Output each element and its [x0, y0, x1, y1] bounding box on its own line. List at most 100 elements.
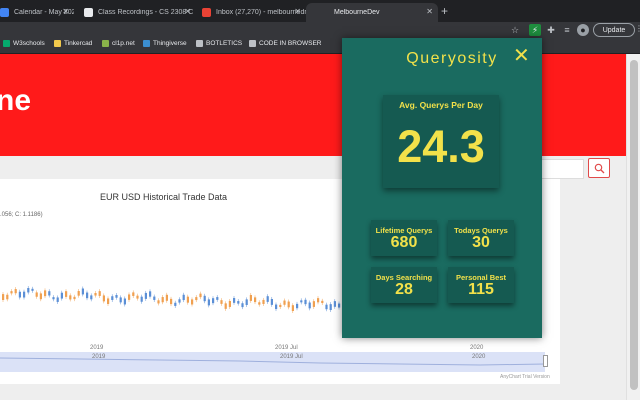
navigator-label: 2020 [472, 354, 486, 360]
candle [312, 301, 315, 307]
bookmark-label: W3schools [13, 40, 45, 47]
x-axis-label: 2019 [90, 345, 104, 351]
candle [254, 297, 257, 303]
folder-icon [249, 40, 256, 47]
candle [153, 296, 156, 300]
candle [191, 299, 194, 305]
page-scrollbar[interactable] [626, 54, 640, 400]
candle [199, 293, 202, 298]
navigator-handle[interactable] [543, 355, 548, 367]
tab-inbox[interactable]: Inbox (27,270) - melbournedr ✕ [198, 3, 306, 22]
candle [48, 291, 51, 296]
hero-heading: ne [0, 84, 32, 117]
candle [291, 305, 294, 312]
candle [44, 290, 47, 297]
candle [157, 300, 160, 304]
candle [325, 304, 328, 310]
close-button[interactable]: ✕ [513, 46, 530, 66]
bookmark-label: Thingiverse [153, 40, 187, 47]
navigator-label: 2019 [92, 354, 106, 360]
close-icon[interactable]: ✕ [184, 7, 191, 16]
candle [249, 294, 252, 301]
candle [144, 292, 147, 299]
bookmark-folder-code-in-browser[interactable]: CODE IN BROWSER [249, 40, 321, 47]
reading-list-icon[interactable]: ≡ [561, 24, 573, 36]
web-page: ne EUR USD Historical Trade Data .056; C… [0, 54, 640, 400]
close-icon[interactable]: ✕ [62, 7, 69, 16]
candle [123, 298, 126, 305]
star-icon[interactable]: ☆ [509, 24, 521, 36]
candle [2, 294, 5, 300]
candle [90, 295, 93, 300]
candle [69, 295, 72, 300]
bookmark-label: cl1p.net [112, 40, 135, 47]
close-icon[interactable]: ✕ [426, 7, 433, 16]
tab-title: Class Recordings - CS 2308 C [98, 9, 194, 16]
bookmark-folder-botletics[interactable]: BOTLETICS [196, 40, 242, 47]
candle [170, 298, 173, 305]
range-navigator[interactable]: 2019 2019 Jul 2020 [0, 352, 546, 372]
new-tab-button[interactable]: + [441, 4, 448, 18]
bookmark-thingiverse[interactable]: Thingiverse [143, 40, 187, 47]
candle [300, 300, 303, 303]
search-input[interactable] [540, 159, 584, 179]
bookmark-label: Tinkercad [64, 40, 93, 47]
x-axis-label: 2020 [470, 345, 484, 351]
candle [140, 296, 143, 302]
candle [149, 291, 152, 297]
navigator-label: 2019 Jul [280, 354, 303, 360]
candle [228, 300, 231, 307]
candle [329, 304, 332, 311]
candle [195, 297, 198, 301]
stat-value: 30 [472, 234, 490, 251]
extensions-puzzle-icon[interactable]: ✚ [545, 24, 557, 36]
candle [321, 300, 324, 304]
scrollbar-thumb[interactable] [630, 60, 638, 390]
tab-class-recordings[interactable]: Class Recordings - CS 2308 C ✕ [80, 3, 196, 22]
candle [182, 294, 185, 301]
bookmark-cl1p[interactable]: cl1p.net [102, 40, 135, 47]
candle [275, 304, 278, 310]
candle [308, 302, 311, 309]
candle [31, 288, 34, 291]
menu-dots-icon[interactable]: ⋮ [635, 24, 640, 33]
candle [52, 297, 55, 300]
candle [132, 292, 135, 296]
candle [317, 298, 320, 303]
lifetime-querys-card: Lifetime Querys 680 [371, 220, 437, 256]
close-icon[interactable]: ✕ [294, 7, 301, 16]
candle [60, 292, 63, 299]
tinkercad-icon [54, 40, 61, 47]
candle [245, 299, 248, 305]
candle [119, 297, 122, 303]
gmail-icon [202, 8, 211, 17]
search-icon [594, 163, 604, 173]
update-button[interactable]: Update [593, 23, 635, 37]
personal-best-card: Personal Best 115 [448, 267, 514, 303]
avg-querys-label: Avg. Querys Per Day [399, 100, 483, 110]
candle [39, 293, 42, 300]
tab-calendar[interactable]: Calendar - May 2021 ✕ [0, 3, 74, 22]
candle [14, 289, 17, 294]
bookmark-w3schools[interactable]: W3schools [3, 40, 45, 47]
candle [338, 303, 341, 308]
candle [94, 292, 97, 296]
candle [258, 302, 261, 305]
tab-melbournedev[interactable]: MelbourneDev ✕ [306, 3, 438, 22]
thingiverse-icon [143, 40, 150, 47]
candle [102, 295, 105, 302]
candle [237, 301, 240, 304]
candle [174, 302, 177, 306]
candle [115, 295, 118, 298]
candle [279, 304, 282, 308]
search-button[interactable] [588, 158, 610, 178]
bookmark-tinkercad[interactable]: Tinkercad [54, 40, 92, 47]
candle [287, 301, 290, 308]
browser-toolbar: ☆ ⚡ ✚ ≡ ● [0, 22, 640, 38]
queryosity-extension-icon[interactable]: ⚡ [529, 24, 541, 36]
profile-avatar-icon[interactable]: ● [577, 24, 589, 36]
bookmark-label: CODE IN BROWSER [259, 40, 322, 47]
candle [224, 303, 227, 309]
candle [81, 288, 84, 295]
candle [56, 297, 59, 302]
